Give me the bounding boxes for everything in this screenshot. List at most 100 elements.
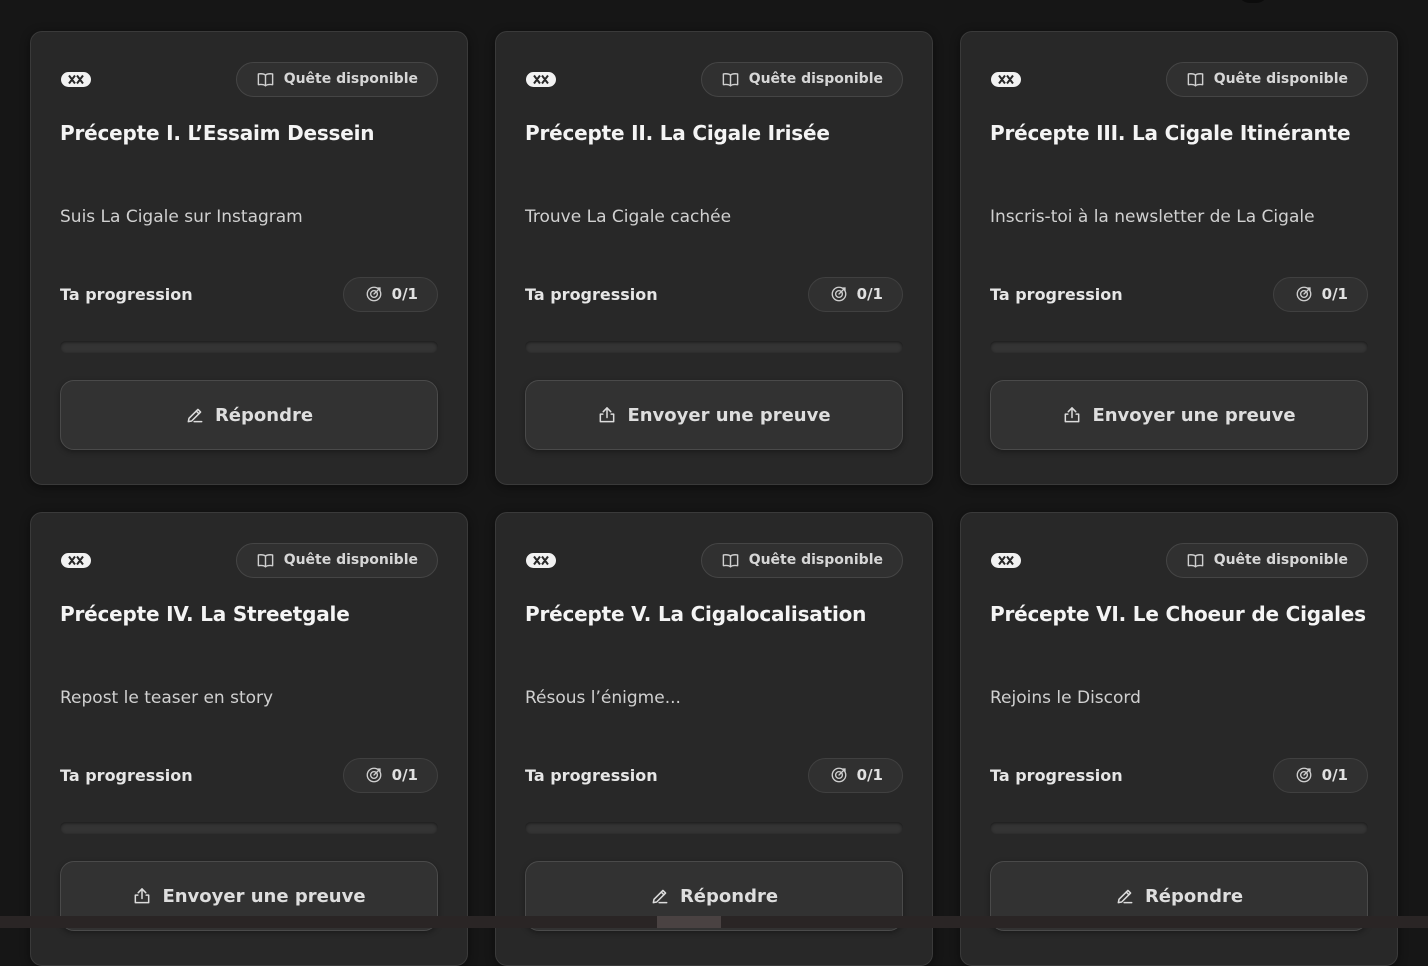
progress-label: Ta progression — [990, 765, 1123, 785]
progress-bar — [990, 341, 1368, 353]
top-edge-element — [1237, 0, 1269, 3]
card-header: Quête disponible — [60, 61, 438, 97]
progress-count: 0/1 — [391, 285, 418, 303]
progress-row: Ta progression 0/1 — [60, 276, 438, 312]
progress-count-pill: 0/1 — [807, 757, 903, 793]
action-label: Envoyer une preuve — [1092, 404, 1296, 426]
ticket-icon — [991, 552, 1021, 568]
quest-description: Suis La Cigale sur Instagram — [60, 207, 303, 227]
book-open-icon — [722, 553, 739, 568]
badge-label: Quête disponible — [1213, 71, 1348, 87]
card-header: Quête disponible — [990, 542, 1368, 578]
progress-row: Ta progression 0/1 — [990, 276, 1368, 312]
progress-label: Ta progression — [60, 284, 193, 304]
quest-title: Précepte VI. Le Choeur de Cigales — [990, 602, 1366, 626]
quest-status-badge: Quête disponible — [700, 61, 903, 97]
quest-title: Précepte I. L’Essaim Dessein — [60, 121, 375, 145]
quest-status-badge: Quête disponible — [235, 61, 438, 97]
book-open-icon — [1187, 553, 1204, 568]
action-label: Répondre — [214, 404, 314, 426]
target-icon — [1296, 286, 1312, 302]
quest-card-2: Quête disponible Précepte II. La Cigale … — [495, 31, 933, 485]
progress-bar — [525, 822, 903, 834]
progress-bar — [60, 822, 438, 834]
card-header: Quête disponible — [990, 61, 1368, 97]
quest-action-button[interactable]: Envoyer une preuve — [525, 380, 903, 450]
progress-count: 0/1 — [856, 285, 883, 303]
badge-label: Quête disponible — [748, 552, 883, 568]
progress-row: Ta progression 0/1 — [525, 276, 903, 312]
book-open-icon — [1187, 72, 1204, 87]
progress-count-pill: 0/1 — [1272, 276, 1368, 312]
pencil-icon — [1115, 886, 1135, 906]
target-icon — [366, 286, 382, 302]
quest-status-badge: Quête disponible — [1165, 542, 1368, 578]
action-label: Répondre — [1144, 885, 1244, 907]
badge-label: Quête disponible — [748, 71, 883, 87]
progress-bar — [990, 822, 1368, 834]
taskbar-active-item[interactable] — [657, 916, 721, 928]
progress-bar — [525, 341, 903, 353]
target-icon — [831, 767, 847, 783]
quest-title: Précepte II. La Cigale Irisée — [525, 121, 830, 145]
progress-count-pill: 0/1 — [342, 276, 438, 312]
action-label: Envoyer une preuve — [627, 404, 831, 426]
progress-label: Ta progression — [525, 284, 658, 304]
quest-action-button[interactable]: Envoyer une preuve — [990, 380, 1368, 450]
quest-card-4: Quête disponible Précepte IV. La Streetg… — [30, 512, 468, 966]
quest-status-badge: Quête disponible — [235, 542, 438, 578]
taskbar — [0, 916, 1428, 928]
progress-count-pill: 0/1 — [1272, 757, 1368, 793]
progress-row: Ta progression 0/1 — [990, 757, 1368, 793]
quest-grid: Quête disponible Précepte I. L’Essaim De… — [30, 31, 1398, 966]
progress-count: 0/1 — [391, 766, 418, 784]
quest-description: Inscris-toi à la newsletter de La Cigale — [990, 207, 1315, 227]
action-label: Répondre — [679, 885, 779, 907]
quest-title: Précepte IV. La Streetgale — [60, 602, 350, 626]
upload-icon — [132, 886, 152, 906]
badge-label: Quête disponible — [1213, 552, 1348, 568]
progress-bar — [60, 341, 438, 353]
progress-row: Ta progression 0/1 — [525, 757, 903, 793]
progress-label: Ta progression — [60, 765, 193, 785]
badge-label: Quête disponible — [283, 552, 418, 568]
action-label: Envoyer une preuve — [162, 885, 366, 907]
progress-count-pill: 0/1 — [342, 757, 438, 793]
target-icon — [1296, 767, 1312, 783]
book-open-icon — [257, 553, 274, 568]
ticket-icon — [61, 71, 91, 87]
target-icon — [366, 767, 382, 783]
quest-status-badge: Quête disponible — [1165, 61, 1368, 97]
quest-card-6: Quête disponible Précepte VI. Le Choeur … — [960, 512, 1398, 966]
quest-card-1: Quête disponible Précepte I. L’Essaim De… — [30, 31, 468, 485]
progress-label: Ta progression — [525, 765, 658, 785]
pencil-icon — [650, 886, 670, 906]
upload-icon — [1062, 405, 1082, 425]
badge-label: Quête disponible — [283, 71, 418, 87]
quest-description: Repost le teaser en story — [60, 688, 274, 708]
quest-card-5: Quête disponible Précepte V. La Cigaloca… — [495, 512, 933, 966]
progress-count-pill: 0/1 — [807, 276, 903, 312]
progress-count: 0/1 — [1321, 285, 1348, 303]
ticket-icon — [991, 71, 1021, 87]
quest-description: Rejoins le Discord — [990, 688, 1141, 708]
target-icon — [831, 286, 847, 302]
book-open-icon — [257, 72, 274, 87]
progress-count: 0/1 — [856, 766, 883, 784]
quest-status-badge: Quête disponible — [700, 542, 903, 578]
ticket-icon — [61, 552, 91, 568]
progress-label: Ta progression — [990, 284, 1123, 304]
book-open-icon — [722, 72, 739, 87]
quest-description: Résous l’énigme... — [525, 688, 681, 708]
quest-card-3: Quête disponible Précepte III. La Cigale… — [960, 31, 1398, 485]
pencil-icon — [185, 405, 205, 425]
upload-icon — [597, 405, 617, 425]
ticket-icon — [526, 552, 556, 568]
quest-title: Précepte III. La Cigale Itinérante — [990, 121, 1351, 145]
progress-count: 0/1 — [1321, 766, 1348, 784]
card-header: Quête disponible — [60, 542, 438, 578]
quest-title: Précepte V. La Cigalocalisation — [525, 602, 867, 626]
card-header: Quête disponible — [525, 61, 903, 97]
progress-row: Ta progression 0/1 — [60, 757, 438, 793]
quest-action-button[interactable]: Répondre — [60, 380, 438, 450]
